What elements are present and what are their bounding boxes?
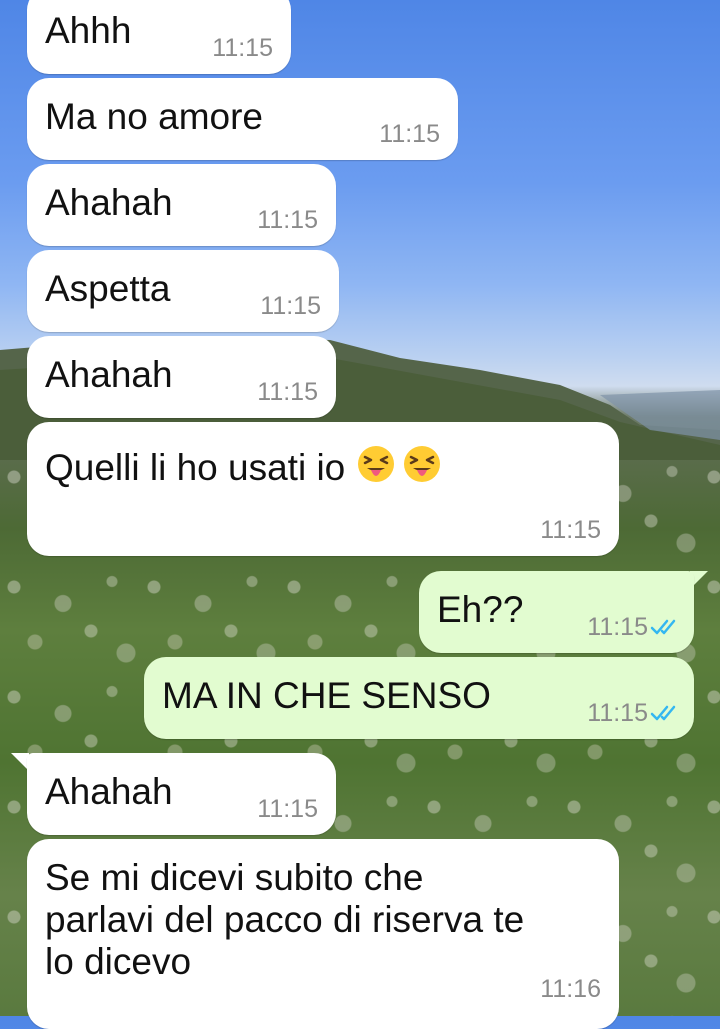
message-text: Eh?? xyxy=(437,589,524,630)
message-text: Ahahah xyxy=(45,771,173,812)
message-time: 11:15 xyxy=(540,516,601,544)
message-bubble[interactable]: Ahhh 11:15 xyxy=(27,0,291,74)
message-bubble[interactable]: Ahahah 11:15 xyxy=(27,753,336,835)
squinting-face-with-tongue-icon xyxy=(403,446,440,482)
chat-area[interactable]: Ahhh 11:15 Ma no amore 11:15 Ahahah 11:1… xyxy=(0,0,720,1029)
message-time: 11:15 xyxy=(212,34,273,62)
double-check-icon xyxy=(650,619,676,635)
message-time: 11:15 xyxy=(587,613,648,641)
message-time: 11:15 xyxy=(257,378,318,406)
message-time: 11:15 xyxy=(379,120,440,148)
message-text: Ahahah xyxy=(45,182,173,223)
message-time: 11:15 xyxy=(257,206,318,234)
message-text: Aspetta xyxy=(45,268,171,309)
message-bubble[interactable]: Quelli li ho usati io 11:15 xyxy=(27,422,619,556)
message-text-content: Quelli li ho usati io xyxy=(45,447,346,488)
message-time: 11:15 xyxy=(260,292,321,320)
squinting-face-with-tongue-icon xyxy=(357,446,394,482)
message-text: Quelli li ho usati io xyxy=(45,444,442,489)
message-bubble[interactable]: Ahahah 11:15 xyxy=(27,164,336,246)
message-time: 11:15 xyxy=(587,699,648,727)
message-text: Ahahah xyxy=(45,354,173,395)
message-bubble[interactable]: Aspetta 11:15 xyxy=(27,250,339,332)
message-bubble[interactable]: Eh?? 11:15 xyxy=(419,571,694,653)
message-text: Ma no amore xyxy=(45,96,263,137)
message-time: 11:16 xyxy=(540,975,601,1003)
message-bubble[interactable]: Ma no amore 11:15 xyxy=(27,78,458,160)
message-bubble[interactable]: Se mi dicevi subito che parlavi del pacc… xyxy=(27,839,619,1029)
message-bubble[interactable]: MA IN CHE SENSO 11:15 xyxy=(144,657,694,739)
message-text: Ahhh xyxy=(45,10,132,51)
message-text: Se mi dicevi subito che parlavi del pacc… xyxy=(45,857,525,982)
message-time: 11:15 xyxy=(257,795,318,823)
double-check-icon xyxy=(650,705,676,721)
message-bubble[interactable]: Ahahah 11:15 xyxy=(27,336,336,418)
message-text: MA IN CHE SENSO xyxy=(162,675,491,716)
